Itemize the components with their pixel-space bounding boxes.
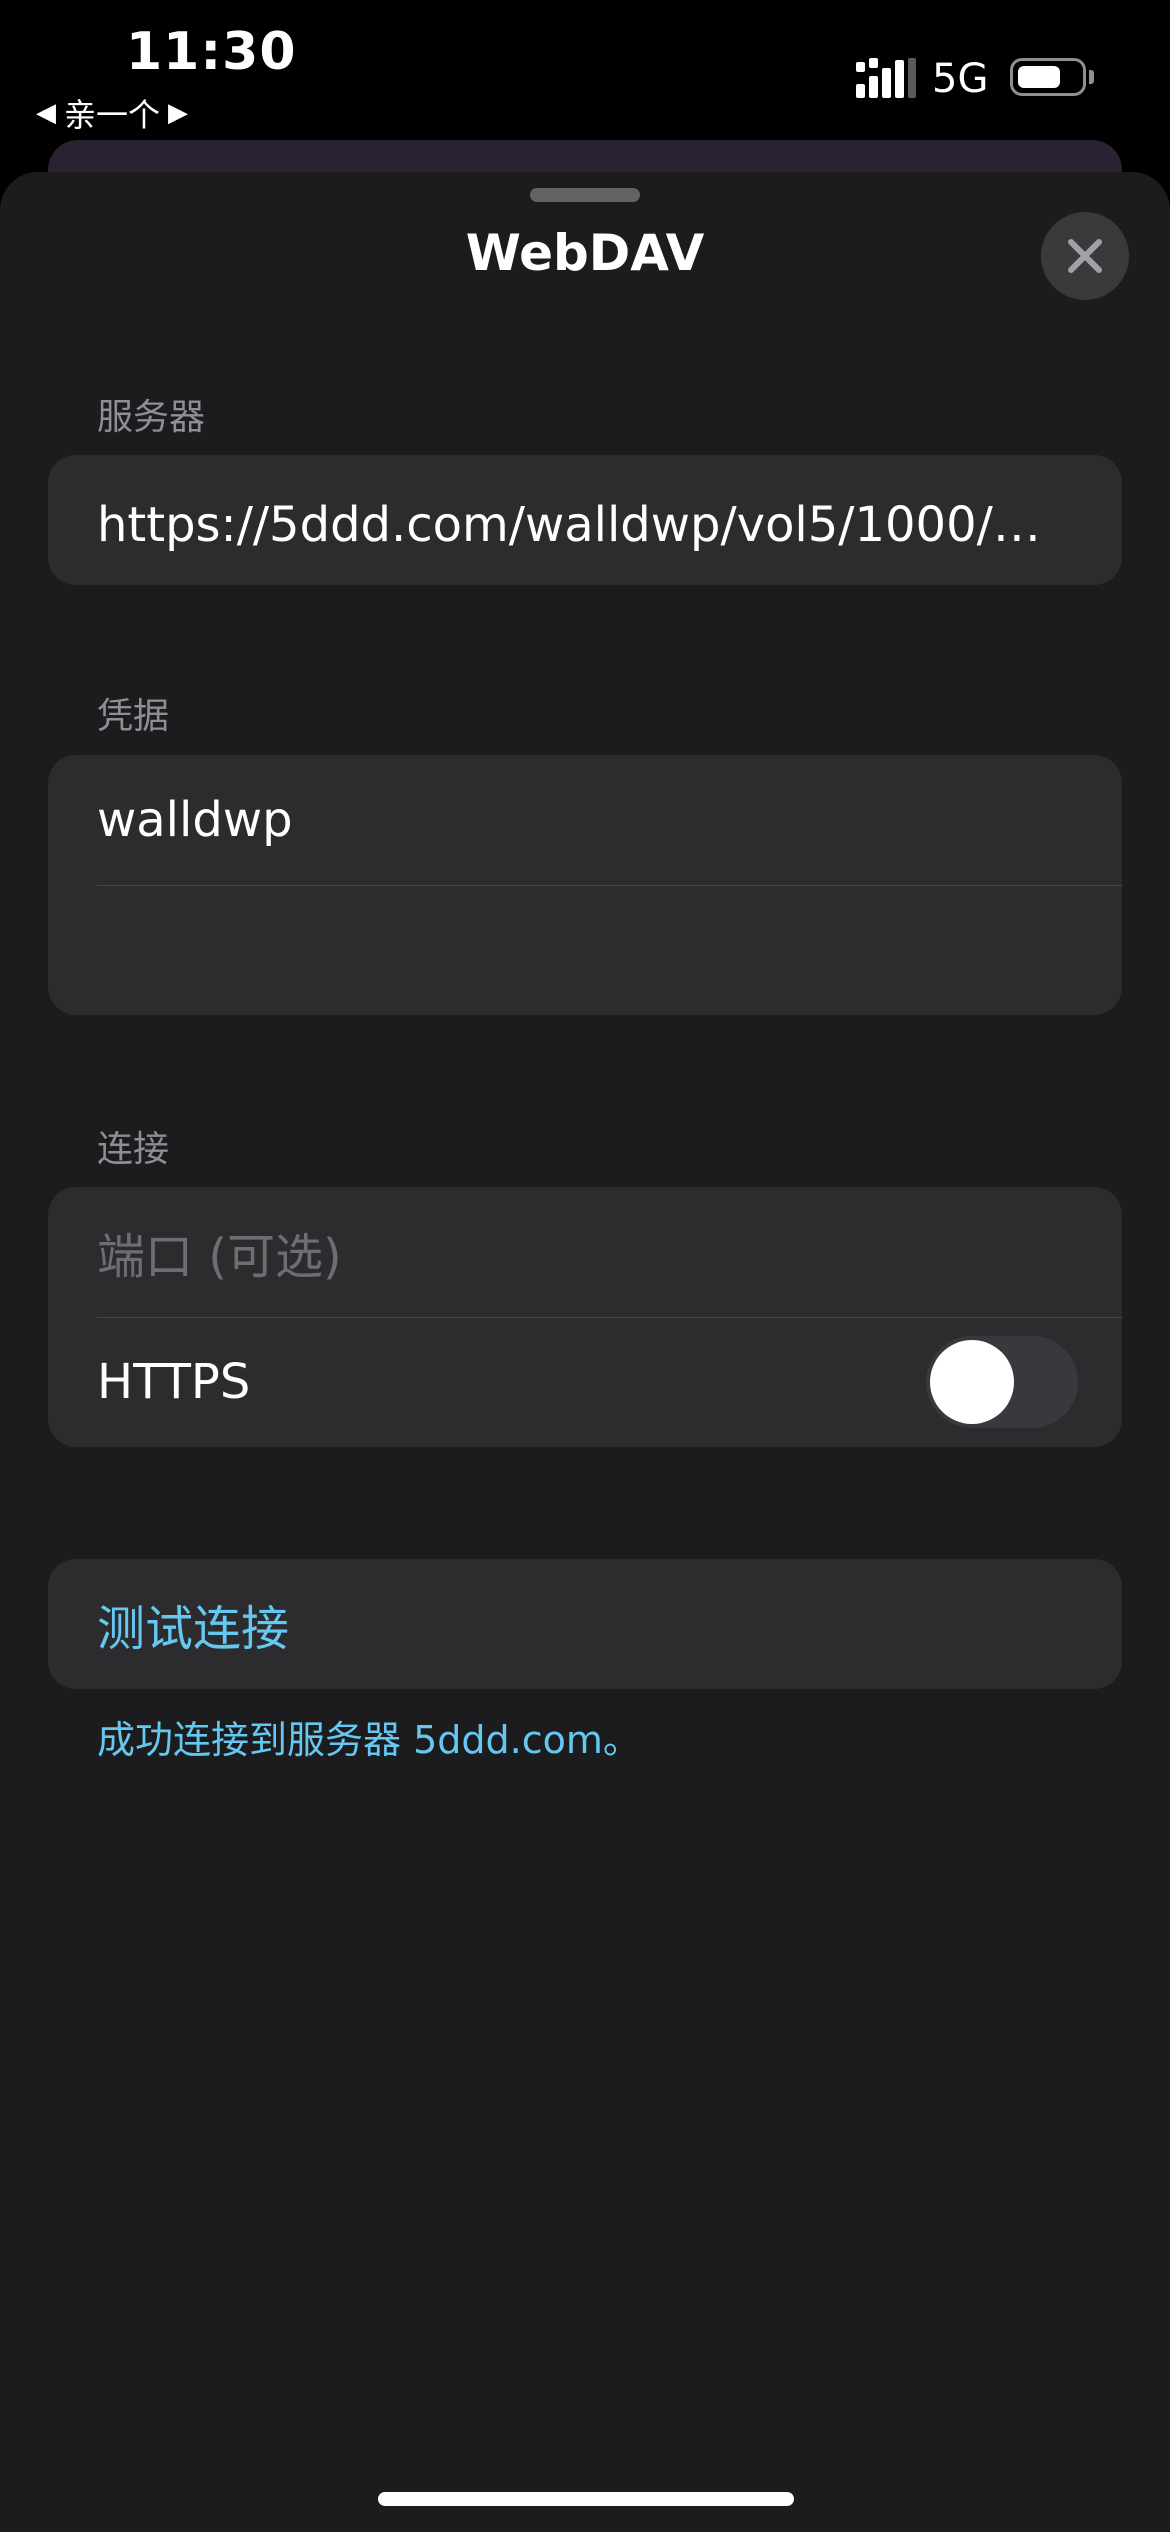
- status-time: 11:30: [126, 22, 297, 82]
- close-button[interactable]: [1041, 212, 1129, 300]
- battery-nub: [1089, 70, 1094, 84]
- credentials-section-label: 凭据: [97, 696, 170, 737]
- back-right-icon: ▶: [168, 98, 189, 128]
- battery-icon: [1010, 58, 1086, 96]
- credentials-group: walldwp: [48, 755, 1122, 1015]
- server-group: https://5ddd.com/walldwp/vol5/1000/相…: [48, 455, 1122, 585]
- back-left-icon: ◀: [36, 98, 56, 128]
- port-input[interactable]: 端口 (可选): [97, 1217, 1078, 1287]
- username-row[interactable]: walldwp: [48, 755, 1122, 885]
- sheet-title: WebDAV: [465, 224, 705, 282]
- password-row[interactable]: [48, 885, 1122, 1015]
- toggle-knob: [930, 1340, 1014, 1424]
- status-bar: 11:30 ◀ 亲一个 ▶ 5G: [0, 0, 1170, 140]
- home-indicator[interactable]: [378, 2492, 794, 2506]
- https-label: HTTPS: [97, 1354, 251, 1410]
- connection-result-message: 成功连接到服务器 5ddd.com。: [97, 1718, 641, 1762]
- sheet-grabber[interactable]: [530, 188, 640, 202]
- back-app-label: 亲一个: [64, 96, 161, 134]
- test-group: 测试连接: [48, 1559, 1122, 1689]
- server-url-row[interactable]: https://5ddd.com/walldwp/vol5/1000/相…: [48, 455, 1122, 585]
- connection-section-label: 连接: [97, 1129, 170, 1170]
- https-toggle[interactable]: [926, 1336, 1078, 1428]
- https-row: HTTPS: [48, 1317, 1122, 1447]
- battery-level: [1018, 66, 1060, 88]
- back-to-app-button[interactable]: ◀ 亲一个 ▶: [36, 90, 188, 136]
- test-connection-label: 测试连接: [97, 1601, 290, 1657]
- connection-group: 端口 (可选) HTTPS: [48, 1187, 1122, 1447]
- close-icon: [1068, 239, 1102, 273]
- server-section-label: 服务器: [97, 397, 206, 438]
- port-row[interactable]: 端口 (可选): [48, 1187, 1122, 1317]
- username-input[interactable]: walldwp: [97, 792, 1078, 848]
- server-url-input[interactable]: https://5ddd.com/walldwp/vol5/1000/相…: [97, 485, 1078, 555]
- test-connection-button[interactable]: 测试连接: [48, 1559, 1122, 1689]
- webdav-sheet: WebDAV 服务器 https://5ddd.com/walldwp/vol5…: [0, 172, 1170, 2532]
- cellular-signal-icon: [856, 58, 916, 98]
- network-type: 5G: [932, 56, 989, 102]
